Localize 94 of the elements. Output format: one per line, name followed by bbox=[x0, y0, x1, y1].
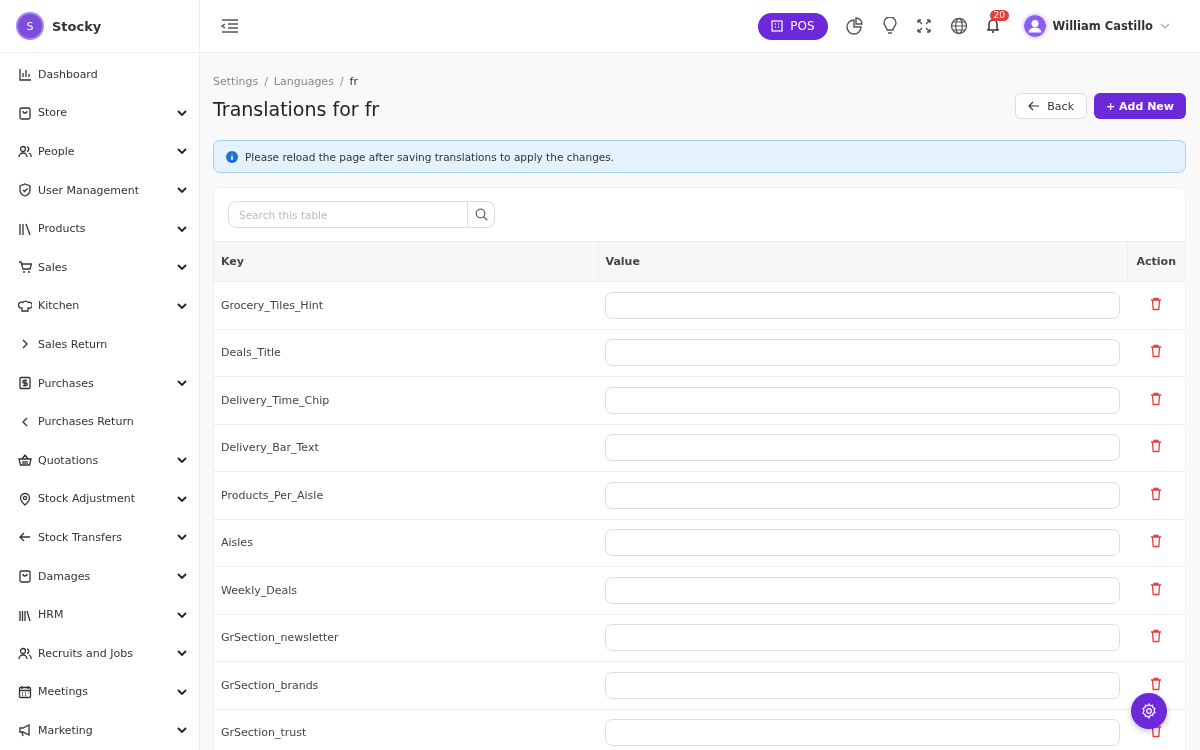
nav-item[interactable]: Dashboard bbox=[0, 55, 199, 94]
table-cell: Aisles bbox=[214, 519, 598, 567]
users-icon bbox=[18, 646, 32, 661]
megaphone-icon bbox=[18, 723, 32, 738]
books-icon bbox=[18, 221, 32, 236]
nav-item[interactable]: HRM bbox=[0, 595, 199, 634]
breadcrumb-current: fr bbox=[349, 75, 358, 88]
table-cell: Delivery_Bar_Text bbox=[214, 424, 598, 472]
breadcrumb-link[interactable]: Settings bbox=[213, 75, 259, 88]
nav-item[interactable]: Purchases Return bbox=[0, 402, 199, 441]
lightbulb-icon[interactable] bbox=[881, 17, 898, 35]
nav-item[interactable]: Quotations bbox=[0, 440, 199, 480]
shield-icon bbox=[18, 183, 32, 198]
trash-icon[interactable] bbox=[1150, 391, 1162, 406]
nav-item[interactable]: Stock Adjustment bbox=[0, 479, 199, 519]
nav-item[interactable]: Kitchen bbox=[0, 286, 199, 326]
user-name[interactable]: William Castillo bbox=[1052, 19, 1153, 33]
table-cell: Deals_Title bbox=[214, 329, 598, 377]
bar-chart-icon bbox=[18, 67, 32, 82]
search-button[interactable] bbox=[468, 201, 495, 228]
value-field[interactable] bbox=[605, 434, 1120, 462]
column-header: Value bbox=[598, 241, 1127, 282]
table-cell: Grocery_Tiles_Hint bbox=[214, 281, 598, 329]
alert-message: Please reload the page after saving translations to apply the changes. bbox=[245, 150, 615, 163]
trash-icon[interactable] bbox=[1150, 344, 1162, 359]
brand-name: Stocky bbox=[52, 18, 102, 34]
search-field[interactable]: Search this table bbox=[228, 201, 468, 228]
column-header: Action bbox=[1127, 241, 1185, 282]
nav-item[interactable]: Marketing bbox=[0, 711, 199, 750]
nav-item[interactable]: Recruits and Jobs bbox=[0, 633, 199, 673]
trash-icon[interactable] bbox=[1150, 296, 1162, 311]
value-field[interactable] bbox=[605, 671, 1120, 699]
arrow-left-icon bbox=[1028, 101, 1041, 111]
nav-item[interactable]: Meetings bbox=[0, 672, 199, 712]
add-new-button[interactable]: + Add New bbox=[1094, 93, 1186, 119]
menu-icon[interactable] bbox=[221, 18, 239, 34]
column-header: Key bbox=[214, 241, 598, 282]
grid-icon bbox=[771, 20, 784, 32]
basket-icon bbox=[18, 453, 32, 468]
value-field[interactable] bbox=[605, 339, 1120, 367]
trash-icon[interactable] bbox=[1150, 486, 1162, 501]
dollar-receipt-icon bbox=[18, 376, 32, 391]
pos-button[interactable]: POS bbox=[758, 12, 828, 40]
chef-hat-icon bbox=[18, 298, 32, 313]
nav-item[interactable]: Store bbox=[0, 93, 199, 133]
page-title: Translations for fr bbox=[213, 98, 380, 120]
brand-logo: S bbox=[18, 14, 42, 38]
bag-icon bbox=[18, 105, 32, 120]
users-icon bbox=[18, 144, 32, 159]
trash-icon[interactable] bbox=[1150, 676, 1162, 691]
nav-item[interactable]: Stock Transfers bbox=[0, 518, 199, 557]
value-field[interactable] bbox=[605, 624, 1120, 652]
nav-item[interactable]: People bbox=[0, 132, 199, 171]
notification-badge: 20 bbox=[989, 10, 1009, 21]
breadcrumb-separator: / bbox=[264, 75, 268, 88]
value-field[interactable] bbox=[605, 386, 1120, 414]
caret-icon[interactable] bbox=[1160, 23, 1170, 29]
search-icon bbox=[474, 208, 488, 221]
calendar-icon bbox=[18, 684, 32, 699]
table-cell: Delivery_Time_Chip bbox=[214, 376, 598, 424]
value-field[interactable] bbox=[605, 719, 1120, 747]
nav-item[interactable]: Damages bbox=[0, 556, 199, 596]
table-cell: Weekly_Deals bbox=[214, 566, 598, 614]
fullscreen-icon[interactable] bbox=[915, 18, 932, 34]
trash-icon[interactable] bbox=[1150, 534, 1162, 549]
bell-icon[interactable] bbox=[985, 18, 1000, 34]
breadcrumb-separator: / bbox=[339, 75, 344, 88]
back-button[interactable]: Back bbox=[1015, 93, 1088, 119]
bag-icon bbox=[18, 569, 32, 583]
info-icon bbox=[226, 150, 238, 163]
table-cell: Products_Per_Aisle bbox=[214, 471, 598, 519]
trash-icon[interactable] bbox=[1150, 581, 1162, 596]
avatar-icon[interactable] bbox=[1023, 15, 1046, 37]
trash-icon[interactable] bbox=[1150, 629, 1162, 644]
map-pin-icon bbox=[18, 491, 32, 506]
nav-item[interactable]: User Management bbox=[0, 170, 199, 210]
globe-icon[interactable] bbox=[949, 17, 968, 35]
value-field[interactable] bbox=[605, 481, 1120, 509]
breadcrumb-link[interactable]: Languages bbox=[273, 75, 334, 88]
table-cell: GrSection_brands bbox=[214, 661, 598, 709]
value-field[interactable] bbox=[605, 529, 1120, 557]
cart-icon bbox=[18, 260, 32, 275]
table-cell: GrSection_newsletter bbox=[214, 614, 598, 662]
trash-icon[interactable] bbox=[1150, 439, 1162, 454]
nav-item[interactable]: Sales bbox=[0, 247, 199, 287]
table-cell: GrSection_trust bbox=[214, 709, 598, 750]
pie-chart-icon[interactable] bbox=[845, 17, 864, 35]
value-field[interactable] bbox=[605, 291, 1120, 319]
trash-icon[interactable] bbox=[1150, 724, 1162, 739]
nav-item[interactable]: Products bbox=[0, 209, 199, 248]
value-field[interactable] bbox=[605, 576, 1120, 604]
nav-item[interactable]: Purchases bbox=[0, 363, 199, 403]
nav-item[interactable]: Sales Return bbox=[0, 325, 199, 364]
settings-icon bbox=[1141, 703, 1157, 719]
